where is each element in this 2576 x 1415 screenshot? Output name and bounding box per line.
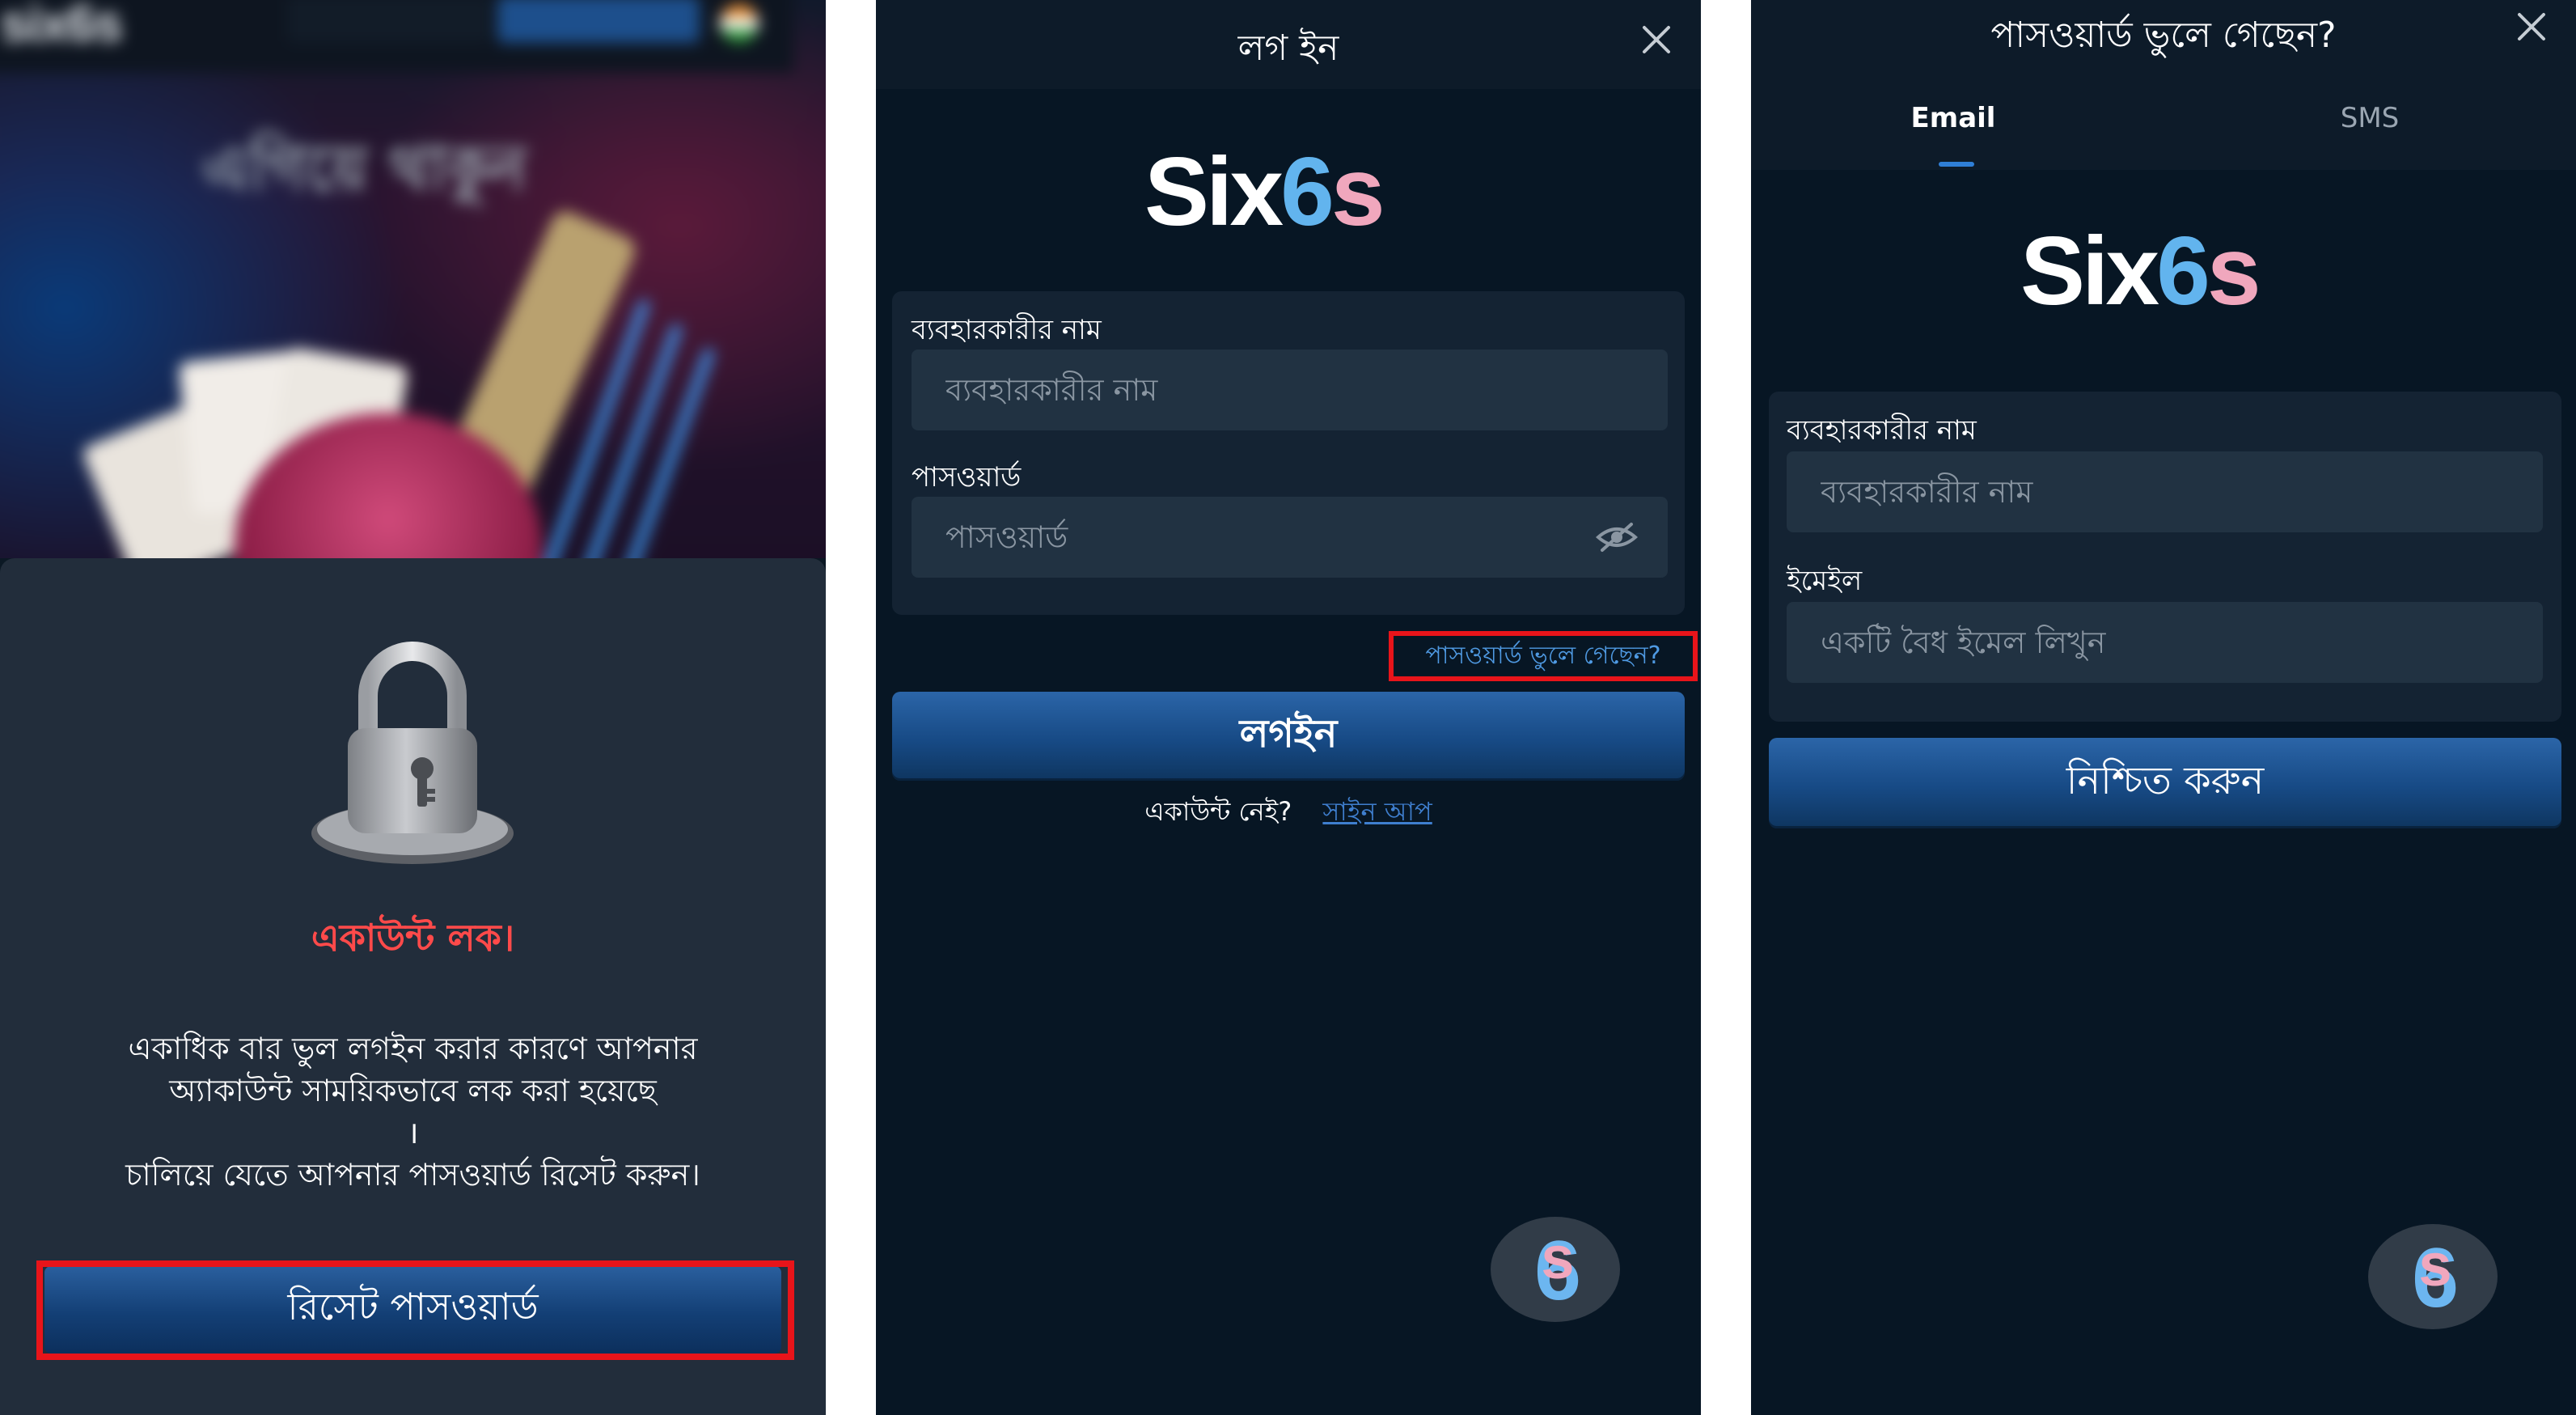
banner-headline: এগিয়ে থাকুন <box>202 132 527 204</box>
username-input[interactable] <box>1787 451 2543 532</box>
header-logo: six6s <box>0 0 123 53</box>
logo-number: 6 <box>1280 138 1335 246</box>
active-tab-indicator <box>1939 162 1974 167</box>
close-icon[interactable] <box>2510 5 2553 49</box>
lock-message-line: একাধিক বার ভুল লগইন করার কারণে আপনার <box>128 1031 698 1066</box>
logo-suffix: s <box>1330 138 1385 246</box>
login-header: লগ ইন <box>876 0 1701 89</box>
blurred-background: six6s এগিয়ে থাকুন <box>0 0 826 558</box>
background-art: six6s এগিয়ে থাকুন <box>0 0 826 558</box>
tab-sms[interactable]: SMS <box>2248 102 2491 134</box>
signup-link[interactable]: সাইন আপ <box>1322 796 1432 827</box>
padlock-icon <box>311 642 514 864</box>
logo-text: Six <box>1144 138 1284 246</box>
six6s-logo: Six6s <box>1144 136 1385 248</box>
highlight-box <box>1389 631 1698 681</box>
password-input[interactable] <box>912 497 1668 578</box>
logo-suffix: s <box>2206 217 2261 325</box>
logo-number: 6 <box>2156 217 2210 325</box>
lock-message-line: চালিয়ে যেতে আপনার পাসওয়ার্ড রিসেট করুন… <box>125 1157 700 1193</box>
header-signup-button <box>497 0 700 43</box>
username-label: ব্যবহারকারীর নাম <box>1787 414 1977 447</box>
no-account-text: একাউন্ট নেই? <box>1144 796 1292 827</box>
email-label: ইমেইল <box>1787 565 1863 597</box>
badge-suffix: s <box>1541 1224 1574 1291</box>
account-locked-screen: six6s এগিয়ে থাকুন একাউন্ট লক। একাধিক বা… <box>0 0 826 1415</box>
login-title: লগ ইন <box>1237 28 1339 69</box>
badge-suffix: s <box>2418 1231 2451 1298</box>
eye-slash-icon[interactable] <box>1596 521 1638 553</box>
forgot-header: পাসওয়ার্ড ভুলে গেছেন? Email SMS <box>1751 0 2576 170</box>
floating-chat-badge[interactable]: 6s <box>2368 1224 2498 1329</box>
confirm-button[interactable]: নিশ্চিত করুন <box>1769 738 2561 828</box>
highlight-box <box>36 1260 794 1360</box>
forgot-title: পাসওয়ার্ড ভুলে গেছেন? <box>1990 15 2337 56</box>
header-login-button <box>287 0 489 43</box>
close-icon[interactable] <box>1635 18 1678 61</box>
floating-chat-badge[interactable]: 6s <box>1491 1217 1620 1322</box>
login-button[interactable]: লগইন <box>892 692 1685 781</box>
password-label: পাসওয়ার্ড <box>912 461 1022 494</box>
lock-message-line: । <box>407 1115 419 1150</box>
tab-email[interactable]: Email <box>1832 102 2075 134</box>
username-label: ব্যবহারকারীর নাম <box>912 314 1102 346</box>
top-bar: six6s <box>0 0 793 73</box>
forgot-password-screen: পাসওয়ার্ড ভুলে গেছেন? Email SMS Six6s ব… <box>1751 0 2576 1415</box>
logo-text: Six <box>2020 217 2159 325</box>
login-screen: লগ ইন Six6s ব্যবহারকারীর নাম পাসওয়ার্ড … <box>876 0 1701 1415</box>
email-input[interactable] <box>1787 602 2543 683</box>
language-flag-icon <box>720 4 759 43</box>
signup-row: একাউন্ট নেই? সাইন আপ <box>876 791 1701 835</box>
lock-message-line: অ্যাকাউন্ট সাময়িকভাবে লক করা হয়েছে <box>169 1073 657 1108</box>
lock-message: একাধিক বার ভুল লগইন করার কারণে আপনার অ্য… <box>49 1027 777 1196</box>
six6s-logo: Six6s <box>2020 215 2261 327</box>
username-input[interactable] <box>912 350 1668 430</box>
account-locked-title: একাউন্ট লক। <box>311 916 515 960</box>
